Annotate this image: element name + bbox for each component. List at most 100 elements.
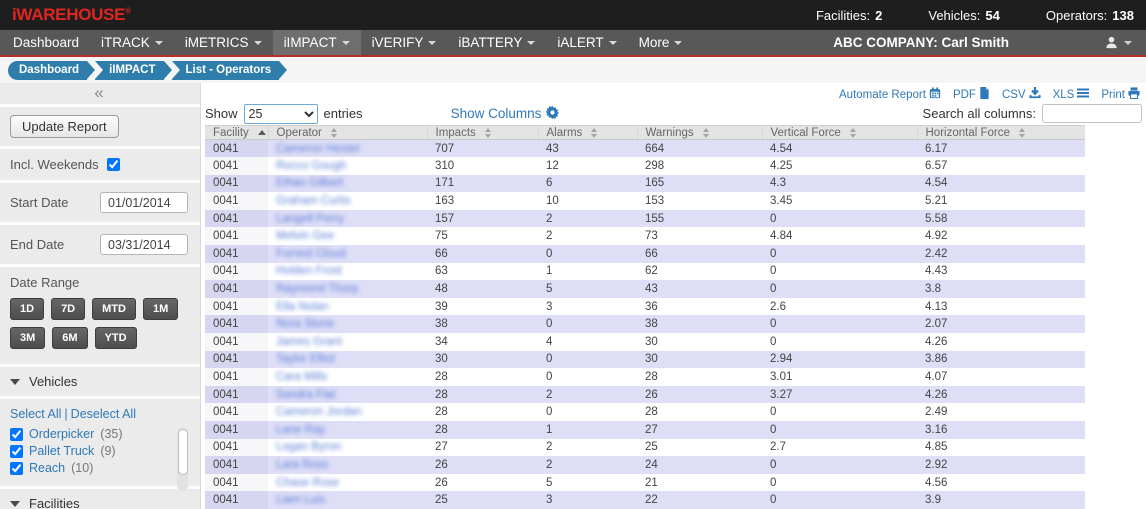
range-6m-button[interactable]: 6M bbox=[52, 327, 87, 349]
operator-name-blurred[interactable]: Cara Mills bbox=[276, 371, 327, 383]
operator-link[interactable]: Graham Curtis bbox=[268, 192, 427, 210]
warnings-cell: 21 bbox=[637, 474, 762, 492]
operator-link[interactable]: Taylor Elliot bbox=[268, 351, 427, 369]
operator-name-blurred[interactable]: Sandra Flat bbox=[276, 389, 335, 401]
range-1d-button[interactable]: 1D bbox=[10, 298, 44, 320]
nav-itrack[interactable]: iTRACK bbox=[90, 30, 174, 55]
nav-ialert[interactable]: iALERT bbox=[546, 30, 627, 55]
table-row: 0041Cameron Jordan2802802.49 bbox=[205, 403, 1085, 421]
operator-name-blurred[interactable]: Graham Curtis bbox=[276, 195, 351, 207]
operator-name-blurred[interactable]: Liam Luis bbox=[276, 494, 325, 506]
nav-dashboard[interactable]: Dashboard bbox=[2, 30, 90, 55]
impacts-cell: 28 bbox=[427, 368, 538, 386]
operator-name-blurred[interactable]: Lane Ray bbox=[276, 424, 325, 436]
incl-weekends-checkbox[interactable] bbox=[107, 158, 120, 171]
operator-name-blurred[interactable]: Langell Perry bbox=[276, 213, 344, 225]
operator-link[interactable]: Nora Stone bbox=[268, 315, 427, 333]
operator-link[interactable]: Melvin Gee bbox=[268, 227, 427, 245]
nav-ibattery[interactable]: iBATTERY bbox=[447, 30, 546, 55]
update-report-button[interactable]: Update Report bbox=[10, 115, 119, 138]
range-ytd-button[interactable]: YTD bbox=[95, 327, 137, 349]
facility-cell: 0041 bbox=[205, 315, 268, 333]
warnings-cell: 28 bbox=[637, 403, 762, 421]
operator-link[interactable]: Rocco Gough bbox=[268, 157, 427, 175]
breadcrumb-dashboard[interactable]: Dashboard bbox=[8, 61, 87, 80]
operator-link[interactable]: James Grant bbox=[268, 333, 427, 351]
operator-link[interactable]: Ethan Gilbert bbox=[268, 175, 427, 193]
operator-name-blurred[interactable]: Ethan Gilbert bbox=[276, 177, 343, 189]
warnings-cell: 22 bbox=[637, 491, 762, 509]
orderpicker-checkbox[interactable] bbox=[10, 428, 23, 441]
operator-name-blurred[interactable]: Nora Stone bbox=[276, 318, 334, 330]
operator-link[interactable]: Forrest Cloud bbox=[268, 245, 427, 263]
reach-checkbox[interactable] bbox=[10, 462, 23, 475]
operator-link[interactable]: Raymond Thorp bbox=[268, 280, 427, 298]
operator-link[interactable]: Logan Byron bbox=[268, 439, 427, 457]
facilities-section-header[interactable]: Facilities bbox=[0, 489, 200, 509]
vehicle-label[interactable]: Reach bbox=[29, 461, 65, 475]
operator-name-blurred[interactable]: Melvin Gee bbox=[276, 230, 334, 242]
breadcrumb-iimpact[interactable]: iIMPACT bbox=[95, 61, 163, 80]
nav-more[interactable]: More bbox=[628, 30, 694, 55]
column-header-facility[interactable]: Facility bbox=[205, 126, 268, 140]
vehicles-section-header[interactable]: Vehicles bbox=[0, 367, 200, 396]
nav-iverify[interactable]: iVERIFY bbox=[361, 30, 448, 55]
column-header-operator[interactable]: Operator bbox=[268, 126, 427, 140]
operator-link[interactable]: Cameron Hester bbox=[268, 140, 427, 158]
export-xls-link[interactable]: XLS bbox=[1053, 88, 1090, 101]
print-link[interactable]: Print bbox=[1101, 87, 1140, 102]
operator-name-blurred[interactable]: Raymond Thorp bbox=[276, 283, 358, 295]
export-csv-link[interactable]: CSV bbox=[1002, 87, 1041, 102]
operator-name-blurred[interactable]: Ella Nolan bbox=[276, 301, 328, 313]
operator-link[interactable]: Cara Mills bbox=[268, 368, 427, 386]
operator-name-blurred[interactable]: Cameron Hester bbox=[276, 143, 360, 155]
operator-link[interactable]: Cameron Jordan bbox=[268, 403, 427, 421]
nav-imetrics[interactable]: iMETRICS bbox=[174, 30, 273, 55]
sort-icon bbox=[485, 128, 491, 138]
operator-name-blurred[interactable]: Logan Byron bbox=[276, 441, 341, 453]
range-mtd-button[interactable]: MTD bbox=[92, 298, 136, 320]
show-columns-link[interactable]: Show Columns bbox=[451, 106, 560, 122]
column-header-warnings[interactable]: Warnings bbox=[637, 126, 762, 140]
end-date-input[interactable] bbox=[100, 234, 188, 255]
export-pdf-link[interactable]: PDF bbox=[953, 87, 990, 102]
operator-name-blurred[interactable]: Rocco Gough bbox=[276, 160, 346, 172]
range-1m-button[interactable]: 1M bbox=[143, 298, 178, 320]
range-7d-button[interactable]: 7D bbox=[51, 298, 85, 320]
search-input[interactable] bbox=[1042, 104, 1142, 123]
operator-link[interactable]: Lane Ray bbox=[268, 421, 427, 439]
automate-report-link[interactable]: Automate Report bbox=[839, 87, 941, 102]
vehicle-label[interactable]: Orderpicker bbox=[29, 427, 94, 441]
alarms-cell: 2 bbox=[538, 210, 637, 228]
column-header-alarms[interactable]: Alarms bbox=[538, 126, 637, 140]
operator-name-blurred[interactable]: Cameron Jordan bbox=[276, 406, 362, 418]
operator-link[interactable]: Sandra Flat bbox=[268, 386, 427, 404]
operator-link[interactable]: Holden Frost bbox=[268, 263, 427, 281]
operator-name-blurred[interactable]: Taylor Elliot bbox=[276, 353, 335, 365]
operator-link[interactable]: Lara Ross bbox=[268, 456, 427, 474]
vehicles-scrollbar-thumb[interactable] bbox=[178, 429, 188, 475]
operator-link[interactable]: Langell Perry bbox=[268, 210, 427, 228]
operator-link[interactable]: Liam Luis bbox=[268, 491, 427, 509]
column-header-impacts[interactable]: Impacts bbox=[427, 126, 538, 140]
vehicles-deselect-all-link[interactable]: Deselect All bbox=[71, 407, 136, 421]
sidebar-collapse-icon[interactable]: « bbox=[0, 83, 200, 104]
entries-select[interactable]: 25 bbox=[244, 104, 318, 124]
vehicle-label[interactable]: Pallet Truck bbox=[29, 444, 94, 458]
operator-name-blurred[interactable]: Forrest Cloud bbox=[276, 248, 346, 260]
operator-link[interactable]: Chase Rose bbox=[268, 474, 427, 492]
operator-name-blurred[interactable]: Lara Ross bbox=[276, 459, 328, 471]
column-header-vertical-force[interactable]: Vertical Force bbox=[762, 126, 917, 140]
start-date-input[interactable] bbox=[100, 192, 188, 213]
operator-name-blurred[interactable]: James Grant bbox=[276, 336, 342, 348]
nav-iimpact[interactable]: iIMPACT bbox=[273, 30, 361, 55]
operator-link[interactable]: Ella Nolan bbox=[268, 298, 427, 316]
breadcrumb-list-operators[interactable]: List - Operators bbox=[172, 61, 280, 80]
operator-name-blurred[interactable]: Holden Frost bbox=[276, 265, 342, 277]
range-3m-button[interactable]: 3M bbox=[10, 327, 45, 349]
user-menu[interactable] bbox=[1104, 30, 1132, 55]
operator-name-blurred[interactable]: Chase Rose bbox=[276, 477, 339, 489]
pallet-truck-checkbox[interactable] bbox=[10, 445, 23, 458]
column-header-horizontal-force[interactable]: Horizontal Force bbox=[917, 126, 1085, 140]
vehicles-select-all-link[interactable]: Select All bbox=[10, 407, 61, 421]
